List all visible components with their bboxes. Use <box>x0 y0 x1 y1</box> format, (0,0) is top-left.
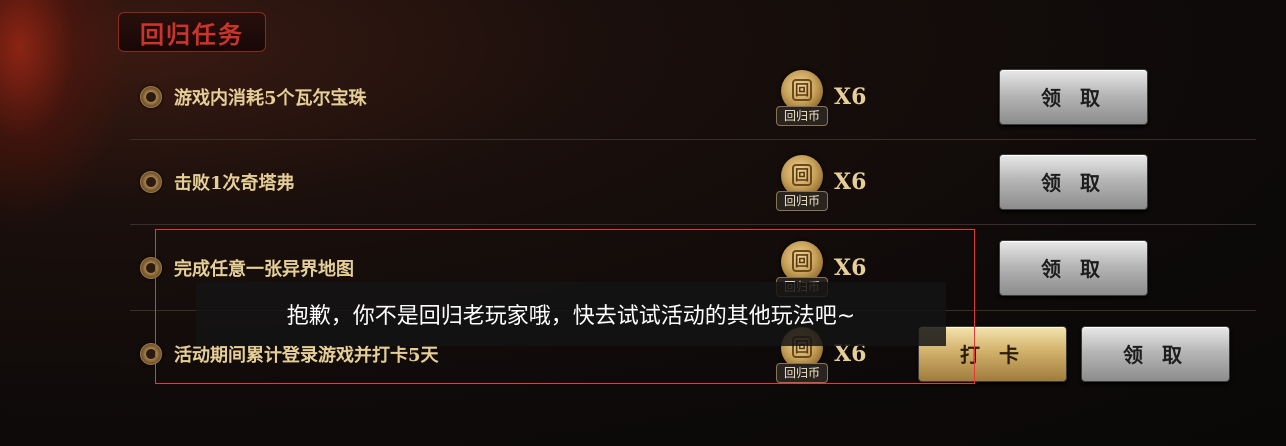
task-text: 游戏内消耗5个瓦尔宝珠 <box>174 87 367 109</box>
claim-button[interactable]: 领 取 <box>999 153 1148 210</box>
section-title: 回归任务 <box>118 12 266 52</box>
coin-label: 回归币 <box>776 190 828 211</box>
task-text: 击败1次奇塔弗 <box>174 172 295 194</box>
reward-quantity: X6 <box>834 168 867 195</box>
coin-icon: 回 回归币 <box>776 153 828 211</box>
bullet-gear-icon <box>140 342 162 365</box>
bullet-gear-icon <box>140 170 162 193</box>
bullet-gear-icon <box>140 85 162 108</box>
reward-quantity: X6 <box>834 83 867 110</box>
bullet-gear-icon <box>140 256 162 279</box>
claim-button[interactable]: 领 取 <box>999 68 1148 125</box>
claim-button[interactable]: 领 取 <box>1081 325 1230 382</box>
coin-icon: 回 回归币 <box>776 68 828 126</box>
background-glow <box>0 0 130 230</box>
coin-label: 回归币 <box>776 105 828 126</box>
claim-button[interactable]: 领 取 <box>999 239 1148 296</box>
task-row: 游戏内消耗5个瓦尔宝珠 回 回归币 X6 领 取 <box>130 54 1256 140</box>
coin-symbol: 回 <box>792 249 812 272</box>
coin-symbol: 回 <box>792 163 812 186</box>
toast-message: 抱歉，你不是回归老玩家哦，快去试试活动的其他玩法吧~ <box>196 282 946 346</box>
reward-quantity: X6 <box>834 254 867 281</box>
coin-symbol: 回 <box>792 78 812 101</box>
coin-label: 回归币 <box>776 362 828 383</box>
task-row: 击败1次奇塔弗 回 回归币 X6 领 取 <box>130 139 1256 225</box>
task-text: 完成任意一张异界地图 <box>174 258 354 280</box>
